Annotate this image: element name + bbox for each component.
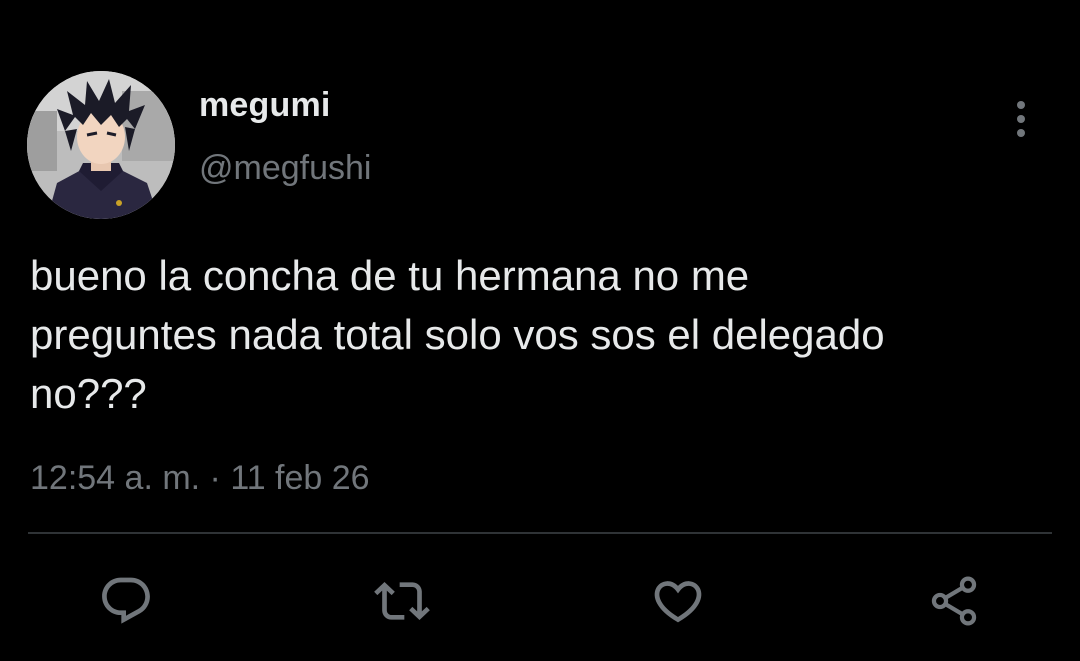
tweet-text: bueno la concha de tu hermana no me preg… bbox=[30, 252, 885, 417]
avatar[interactable] bbox=[27, 71, 175, 219]
retweet-icon bbox=[374, 582, 430, 620]
divider bbox=[28, 532, 1052, 534]
tweet: megumi @megfushi bueno la concha de tu h… bbox=[0, 0, 1080, 661]
avatar-image bbox=[27, 71, 175, 219]
heart-icon bbox=[654, 581, 702, 623]
like-button[interactable] bbox=[648, 571, 708, 631]
share-button[interactable] bbox=[924, 571, 984, 631]
display-name[interactable]: megumi bbox=[199, 86, 331, 125]
tweet-timestamp[interactable]: 12:54 a. m. · 11 feb 26 bbox=[30, 459, 370, 498]
share-icon bbox=[931, 576, 977, 626]
reply-icon bbox=[102, 577, 150, 624]
retweet-button[interactable] bbox=[372, 571, 432, 631]
more-options-button[interactable] bbox=[1003, 96, 1039, 142]
user-handle[interactable]: @megfushi bbox=[199, 149, 371, 188]
reply-button[interactable] bbox=[96, 571, 156, 631]
more-vertical-icon bbox=[1017, 101, 1025, 137]
